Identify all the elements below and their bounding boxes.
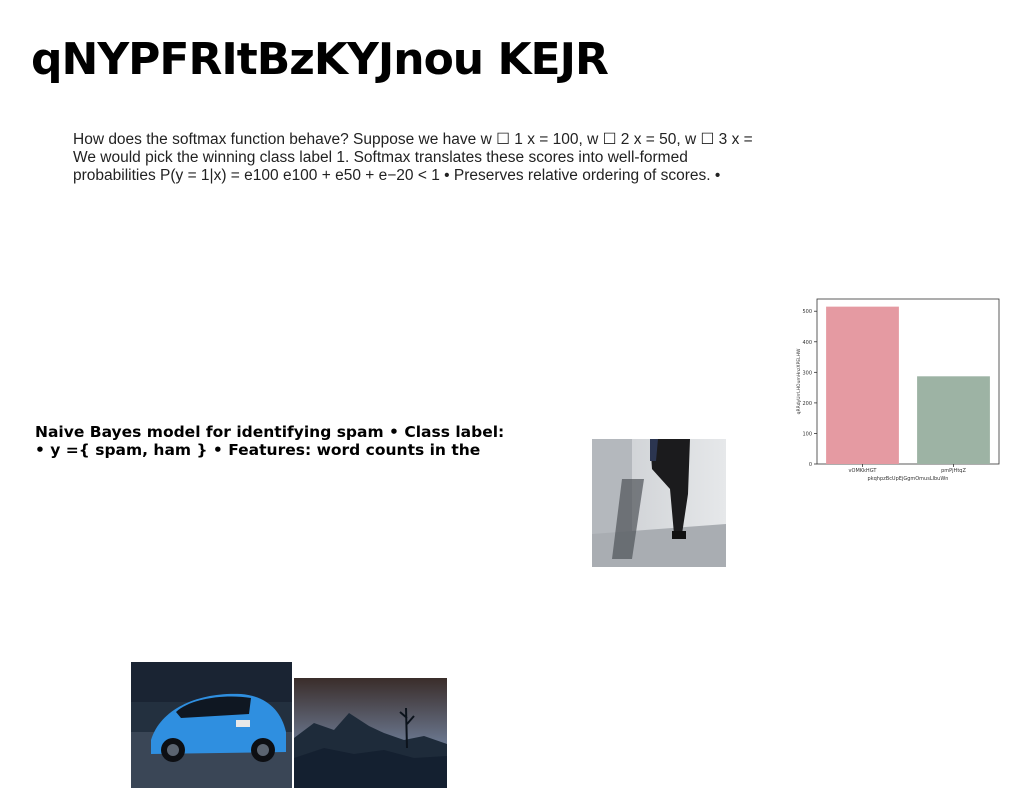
y-tick-label: 200 [802,401,812,407]
x-axis-label: pkqhpzBcUpEjGgmOmusLlbuWn [868,476,949,482]
bar-chart: 0 100 200 300 400 500 vOMKkHGT pmPjHtqZ pkqhpzBc… [796,298,1000,482]
y-tick-label: 400 [802,340,812,346]
bar [826,306,899,464]
y-axis-label: qRRdyUrrLHOumHnzXPELHW [796,348,802,414]
slide-title: qNYPFRItBzKYJnou KEJR [31,34,609,85]
bar [917,376,990,464]
y-tick-label: 300 [802,370,812,376]
bold-line: • y ={ spam, ham } • Features: word coun… [35,441,481,459]
y-tick-label: 0 [809,462,812,468]
paragraph-line: probabilities P(y = 1|x) = e100 e100 + e… [73,167,721,184]
x-tick-label: pmPjHtqZ [941,468,966,474]
bold-line: Naive Bayes model for identifying spam •… [35,423,505,441]
naive-bayes-text: Naive Bayes model for identifying spam •… [35,423,535,459]
x-tick-label: vOMKkHGT [849,468,878,474]
paragraph-line: How does the softmax function behave? Su… [73,131,753,148]
photo-desert-rocks [294,678,447,788]
softmax-paragraph: How does the softmax function behave? Su… [73,131,763,185]
y-tick-label: 100 [802,431,812,437]
photo-blue-car [131,662,292,788]
paragraph-line: We would pick the winning class label 1.… [73,149,688,166]
photo-person-leaning [592,439,726,567]
y-tick-label: 500 [802,309,812,315]
